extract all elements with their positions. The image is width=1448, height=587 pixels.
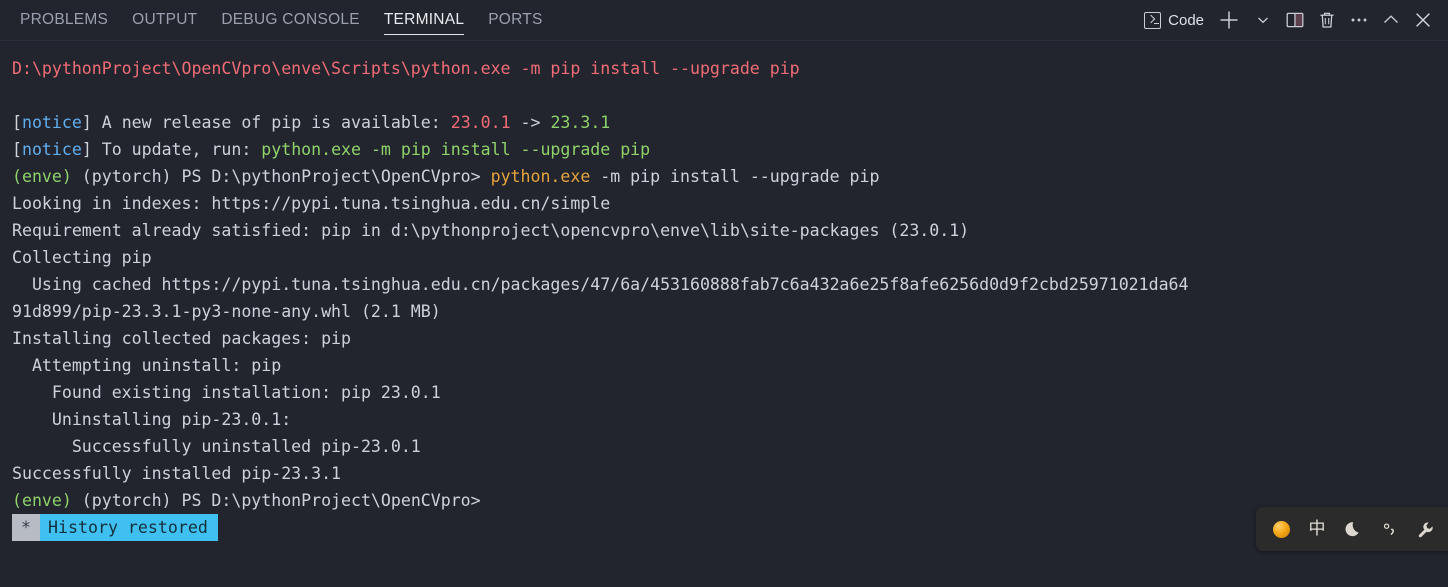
split-panel-icon: [1286, 12, 1304, 28]
terminal-line-notice-release: [notice] A new release of pip is availab…: [12, 109, 1448, 136]
terminal-text-segment: D:\pythonProject\OpenCVpro\enve\Scripts\…: [12, 59, 800, 78]
terminal-line-notice-update: [notice] To update, run: python.exe -m p…: [12, 136, 1448, 163]
terminal-text-segment: Requirement already satisfied: pip in d:…: [12, 221, 970, 240]
terminal-line-looking-in-indexes: Looking in indexes: https://pypi.tuna.ts…: [12, 190, 1448, 217]
terminal-output-area[interactable]: D:\pythonProject\OpenCVpro\enve\Scripts\…: [0, 41, 1448, 587]
terminal-icon: [1144, 11, 1162, 29]
terminal-text-segment: (enve): [12, 167, 72, 186]
terminal-line-blank-1: [12, 82, 1448, 109]
terminal-text-segment: ] A new release of pip is available:: [81, 113, 451, 132]
terminal-line-using-cached-wrap: 91d899/pip-23.3.1-py3-none-any.whl (2.1 …: [12, 298, 1448, 325]
terminal-text-segment: (pytorch) PS D:\pythonProject\OpenCVpro>: [71, 167, 491, 186]
terminal-line-prompt-final: (enve) (pytorch) PS D:\pythonProject\Ope…: [12, 487, 1448, 514]
kill-terminal-button[interactable]: [1312, 5, 1342, 35]
terminal-line-list: D:\pythonProject\OpenCVpro\enve\Scripts\…: [12, 55, 1448, 514]
maximize-panel-button[interactable]: [1376, 5, 1406, 35]
tab-debug-console[interactable]: DEBUG CONSOLE: [209, 0, 371, 40]
tab-ports-label: PORTS: [488, 11, 543, 28]
terminal-text-segment: Successfully installed pip-23.3.1: [12, 464, 342, 483]
terminal-text-segment: [: [12, 140, 22, 159]
tab-output-label: OUTPUT: [132, 11, 198, 28]
new-terminal-dropdown-button[interactable]: [1248, 5, 1278, 35]
terminal-text-segment: (pytorch) PS D:\pythonProject\OpenCVpro>: [71, 491, 481, 510]
terminal-line-found-existing: Found existing installation: pip 23.0.1: [12, 379, 1448, 406]
panel-tab-bar: PROBLEMS OUTPUT DEBUG CONSOLE TERMINAL P…: [0, 0, 1448, 41]
panel-tabs: PROBLEMS OUTPUT DEBUG CONSOLE TERMINAL P…: [0, 0, 555, 40]
terminal-text-segment: Successfully uninstalled pip-23.0.1: [12, 437, 421, 456]
tab-problems[interactable]: PROBLEMS: [8, 0, 120, 40]
history-restored-label: History restored: [40, 514, 218, 541]
terminal-line-using-cached: Using cached https://pypi.tuna.tsinghua.…: [12, 271, 1448, 298]
terminal-line-installing-collected: Installing collected packages: pip: [12, 325, 1448, 352]
shell-label: Code: [1168, 11, 1204, 29]
terminal-text-segment: Using cached https://pypi.tuna.tsinghua.…: [12, 275, 1189, 294]
ime-toolbar[interactable]: 中: [1256, 507, 1448, 551]
punctuation-icon[interactable]: [1378, 518, 1400, 540]
history-restored-row: * History restored: [12, 514, 1448, 541]
trash-icon: [1320, 12, 1334, 28]
terminal-line-collecting-pip: Collecting pip: [12, 244, 1448, 271]
terminal-text-segment: Found existing installation: pip 23.0.1: [12, 383, 441, 402]
terminal-text-segment: -m pip install --upgrade pip: [590, 167, 880, 186]
ime-language-toggle[interactable]: 中: [1306, 518, 1328, 540]
terminal-text-segment: (enve): [12, 491, 72, 510]
terminal-text-segment: notice: [21, 113, 82, 132]
terminal-text-segment: 91d899/pip-23.3.1-py3-none-any.whl (2.1 …: [12, 302, 441, 321]
terminal-text-segment: Uninstalling pip-23.0.1:: [12, 410, 292, 429]
tab-debug-console-label: DEBUG CONSOLE: [221, 11, 360, 28]
terminal-text-segment: Collecting pip: [12, 248, 152, 267]
tab-terminal[interactable]: TERMINAL: [372, 0, 476, 40]
terminal-text-segment: notice: [21, 140, 82, 159]
active-shell-button[interactable]: Code: [1140, 5, 1210, 35]
crescent-moon-icon[interactable]: [1342, 518, 1364, 540]
tab-ports[interactable]: PORTS: [476, 0, 554, 40]
terminal-text-segment: Installing collected packages: pip: [12, 329, 351, 348]
terminal-line-attempting-uninstall: Attempting uninstall: pip: [12, 352, 1448, 379]
ellipsis-icon: [1351, 18, 1367, 22]
close-icon: [1416, 13, 1430, 27]
panel-toolbar: Code: [1140, 0, 1448, 40]
close-panel-button[interactable]: [1408, 5, 1438, 35]
terminal-line-successfully-installed: Successfully installed pip-23.3.1: [12, 460, 1448, 487]
sogou-logo-icon[interactable]: [1270, 518, 1292, 540]
tab-terminal-label: TERMINAL: [383, 11, 465, 28]
history-restored-star: *: [12, 514, 40, 541]
terminal-text-segment: [: [12, 113, 22, 132]
terminal-line-successfully-uninstalled: Successfully uninstalled pip-23.0.1: [12, 433, 1448, 460]
terminal-text-segment: 23.0.1: [450, 113, 511, 132]
terminal-text-segment: ->: [510, 113, 551, 132]
history-restored-banner: * History restored: [12, 514, 218, 541]
terminal-text-segment: Attempting uninstall: pip: [12, 356, 282, 375]
split-terminal-button[interactable]: [1280, 5, 1310, 35]
terminal-line-prompt-command: (enve) (pytorch) PS D:\pythonProject\Ope…: [12, 163, 1448, 190]
terminal-text-segment: ] To update, run:: [81, 140, 262, 159]
terminal-line-requirement-satisfied: Requirement already satisfied: pip in d:…: [12, 217, 1448, 244]
new-terminal-button[interactable]: [1212, 5, 1246, 35]
terminal-line-uninstalling: Uninstalling pip-23.0.1:: [12, 406, 1448, 433]
terminal-text-segment: python.exe: [490, 167, 591, 186]
tab-output[interactable]: OUTPUT: [120, 0, 209, 40]
more-actions-button[interactable]: [1344, 5, 1374, 35]
terminal-text-segment: python.exe -m pip install --upgrade pip: [261, 140, 651, 159]
terminal-line-command-echo: D:\pythonProject\OpenCVpro\enve\Scripts\…: [12, 55, 1448, 82]
wrench-icon[interactable]: [1414, 518, 1436, 540]
tab-problems-label: PROBLEMS: [20, 11, 109, 28]
terminal-text-segment: Looking in indexes: https://pypi.tuna.ts…: [12, 194, 611, 213]
chevron-up-icon: [1384, 15, 1398, 23]
terminal-text-segment: 23.3.1: [550, 113, 611, 132]
plus-icon: [1220, 11, 1238, 29]
chevron-down-icon: [1258, 17, 1268, 24]
